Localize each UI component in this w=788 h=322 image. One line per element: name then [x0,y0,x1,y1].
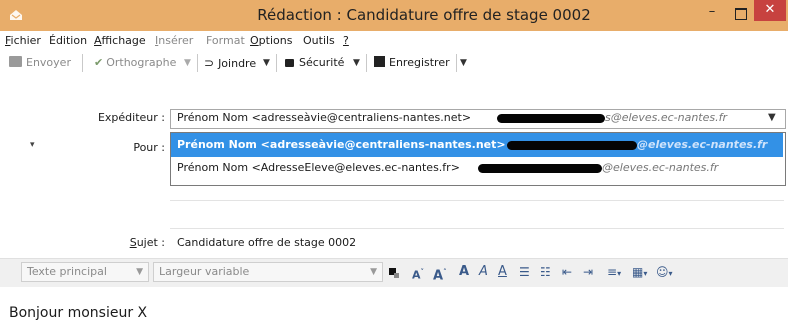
maximize-button[interactable] [729,4,751,24]
menu-fichier[interactable]: Fichier [5,33,41,49]
spellcheck-button[interactable]: ✔ Orthographe [94,53,176,73]
bigger-text-icon[interactable]: A˄ [433,262,447,283]
bullet-list-icon[interactable]: ☰ [519,262,530,282]
subject-label: Sujet : [129,236,165,249]
recipient-type-arrow[interactable]: ▾ [30,140,35,150]
menu-affichage[interactable]: Affichage [94,33,146,49]
floppy-disk-icon [374,56,385,67]
checkmark-icon: ✔ [94,56,104,69]
indent-icon[interactable]: ⇥ [583,262,593,282]
menu-inserer[interactable]: Insérer [155,33,193,49]
chevron-down-icon: ▼ [136,267,143,277]
paragraph-style-select[interactable]: Texte principal ▼ [21,262,149,282]
from-value: Prénom Nom <adresseàvie@centraliens-nant… [177,111,472,124]
send-button[interactable]: Envoyer [9,53,71,73]
maximize-icon [735,8,747,20]
toolbar-divider [276,54,277,72]
security-dropdown-arrow[interactable]: ▼ [353,53,360,73]
italic-icon[interactable]: A [479,262,488,282]
message-body[interactable]: Bonjour monsieur X [9,304,147,322]
window-title: Rédaction : Candidature offre de stage 0… [257,6,591,24]
spellcheck-dropdown-arrow[interactable]: ▼ [184,53,191,73]
insert-icon[interactable]: ▦▾ [632,262,647,282]
from-label: Expéditeur : [97,111,165,124]
security-button[interactable]: Sécurité [285,53,344,73]
attach-button[interactable]: ⊃ Joindre [204,53,256,73]
to-label: Pour : [133,141,165,154]
lock-icon [285,59,294,67]
redaction-mark [497,114,605,123]
text-color-icon[interactable] [389,262,405,282]
close-button[interactable]: ✕ [754,0,786,21]
recipient-input[interactable] [170,201,784,227]
chevron-down-icon: ▼ [370,267,377,277]
menu-options[interactable]: Options [250,33,292,49]
save-dropdown-arrow[interactable]: ▼ [460,53,467,73]
chevron-down-icon[interactable]: ▼ [768,110,776,126]
bold-icon[interactable]: A [459,262,469,282]
font-select[interactable]: Largeur variable ▼ [153,262,383,282]
align-icon[interactable]: ≡▾ [607,262,621,282]
redaction-mark [507,141,637,150]
menu-help[interactable]: ? [343,33,349,49]
dropdown-option-1-suffix: @eleves.ec-nantes.fr [637,138,768,151]
toolbar-divider [82,54,83,72]
menu-format[interactable]: Format [206,33,245,49]
attach-dropdown-arrow[interactable]: ▼ [263,53,270,73]
toolbar-divider [197,54,198,72]
redaction-mark [478,164,602,173]
send-icon [9,56,22,67]
menu-outils[interactable]: Outils [303,33,335,49]
dropdown-option-2-suffix: @eleves.ec-nantes.fr [602,161,719,174]
recipient-row-divider [170,228,784,229]
paperclip-icon: ⊃ [204,56,215,70]
dropdown-option-2-label: Prénom Nom <AdresseEleve@eleves.ec-nante… [177,161,460,174]
smaller-text-icon[interactable]: A˅ [412,262,424,282]
smiley-icon[interactable]: ☺▾ [656,262,673,282]
numbered-list-icon[interactable]: ☷ [540,262,551,282]
toolbar-divider [456,54,457,72]
toolbar-divider [366,54,367,72]
menu-edition[interactable]: Édition [49,33,87,49]
dropdown-option-1-label: Prénom Nom <adresseàvie@centraliens-nant… [177,138,506,151]
outdent-icon[interactable]: ⇤ [562,262,572,282]
from-suffix: s@eleves.ec-nantes.fr [605,111,727,124]
save-button[interactable]: Enregistrer [374,53,450,73]
minimize-button[interactable]: – [700,4,724,24]
underline-icon[interactable]: A [498,262,507,282]
subject-value: Candidature offre de stage 0002 [177,236,357,249]
